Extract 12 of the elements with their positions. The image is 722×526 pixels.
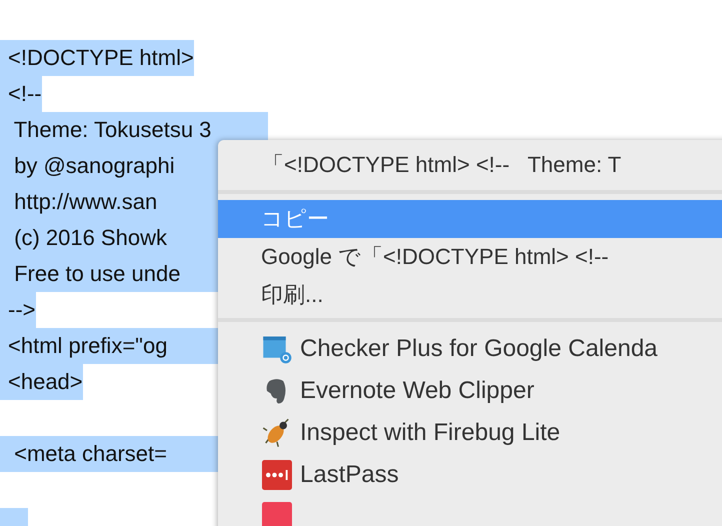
extension-item[interactable]: Evernote Web Clipper [300,377,534,405]
selected-text: Theme: Tokusetsu 3 [0,112,268,148]
extension-item[interactable]: LastPass [300,461,399,489]
bug-icon [262,418,292,448]
selected-text: <!DOCTYPE html> [0,40,194,76]
extension-item[interactable]: Checker Plus for Google Calenda [300,335,658,363]
calendar-icon [262,334,292,364]
extension-icon [262,502,292,526]
selected-text: --> [0,292,36,328]
extension-item[interactable]: Inspect with Firebug Lite [300,419,560,447]
selected-text: <head> [0,364,83,400]
selected-text: <!-- [0,76,42,112]
